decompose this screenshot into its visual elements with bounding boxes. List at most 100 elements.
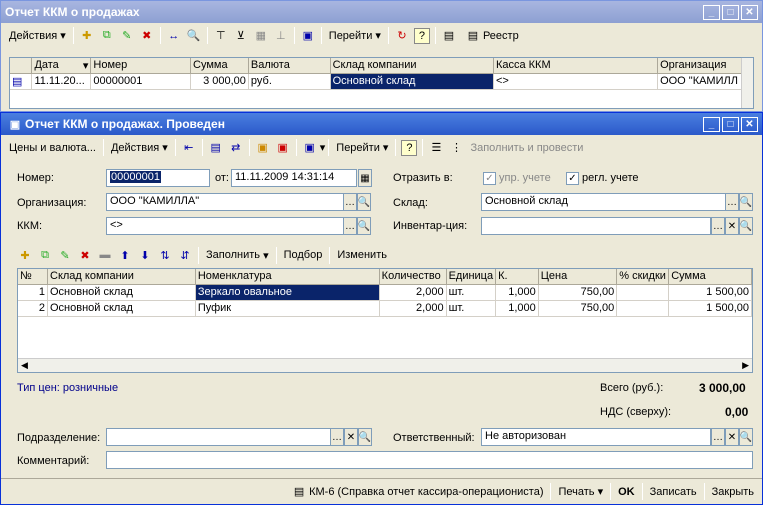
select-button[interactable]: … <box>711 217 725 235</box>
open-icon[interactable]: 🔍 <box>739 193 753 211</box>
reg-accounting-checkbox[interactable]: ✓ <box>566 172 579 185</box>
open-icon[interactable]: 🔍 <box>358 428 372 446</box>
interval-icon[interactable]: ↔ <box>166 28 182 44</box>
find-icon[interactable]: 🔍 <box>186 28 202 44</box>
col-warehouse[interactable]: Склад компании <box>330 58 494 74</box>
responsible-field[interactable]: Не авторизован <box>481 428 711 446</box>
add-icon[interactable]: ✚ <box>79 28 95 44</box>
calendar-icon[interactable]: ▦ <box>358 169 372 187</box>
col-unit[interactable]: Единица <box>446 269 497 285</box>
copy-icon[interactable]: ⧉ <box>99 28 115 44</box>
table-row[interactable]: 1 Основной склад Зеркало овальное 2,000 … <box>18 284 752 301</box>
col-org[interactable]: Организация <box>657 58 753 74</box>
list-icon[interactable]: ☰ <box>428 140 444 156</box>
clear-icon[interactable]: ✕ <box>725 428 739 446</box>
close-icon[interactable]: ✕ <box>741 116 758 132</box>
filter-list-icon[interactable]: ▦ <box>253 28 269 44</box>
change-button[interactable]: Изменить <box>333 246 391 265</box>
print-icon[interactable]: ▤ <box>441 28 457 44</box>
maximize-icon[interactable]: □ <box>722 4 739 20</box>
select-button[interactable]: … <box>330 428 344 446</box>
back-arrow-icon[interactable]: ⇤ <box>181 140 197 156</box>
edit-icon[interactable]: ✎ <box>119 28 135 44</box>
actions-menu[interactable]: Действия ▾ <box>5 26 70 45</box>
help-icon[interactable]: ? <box>413 27 430 44</box>
based-on-icon[interactable]: ▣ <box>302 140 318 156</box>
end-edit-icon[interactable]: ▬ <box>97 247 113 263</box>
help-icon[interactable]: ? <box>401 139 418 156</box>
filter-icon[interactable]: ⊤ <box>213 28 229 44</box>
open-icon[interactable]: 🔍 <box>739 217 753 235</box>
scroll-right-icon[interactable]: ▶ <box>742 360 749 371</box>
horizontal-scrollbar[interactable]: ◀ ▶ <box>18 358 752 372</box>
edit-row-icon[interactable]: ✎ <box>57 247 73 263</box>
open-icon[interactable]: 🔍 <box>739 428 753 446</box>
kkm-field[interactable]: <> <box>106 217 344 235</box>
print-menu[interactable]: Печать ▾ <box>554 482 607 501</box>
registry-button[interactable]: ▤ Реестр <box>459 26 523 45</box>
goto-menu[interactable]: Перейти ▾ <box>332 138 392 157</box>
refresh-icon[interactable]: ↻ <box>394 28 410 44</box>
col-currency[interactable]: Валюта <box>248 58 331 74</box>
filter-clear-icon[interactable]: ⊥ <box>273 28 289 44</box>
comment-field[interactable] <box>106 451 753 469</box>
department-field[interactable] <box>106 428 331 446</box>
minimize-icon[interactable]: _ <box>703 116 720 132</box>
warehouse-field[interactable]: Основной склад <box>481 193 726 211</box>
goto-menu[interactable]: Перейти ▾ <box>325 26 385 45</box>
col-n[interactable]: № <box>18 269 48 285</box>
filter-set-icon[interactable]: ⊻ <box>233 28 249 44</box>
document-refresh-icon[interactable]: ▤ <box>208 140 224 156</box>
select-button[interactable]: … <box>711 428 725 446</box>
move-up-icon[interactable]: ⬆ <box>117 247 133 263</box>
col-qty[interactable]: Количество <box>379 269 447 285</box>
col-register[interactable]: Касса ККМ <box>493 58 659 74</box>
select-button[interactable]: … <box>725 193 739 211</box>
fill-and-post-button[interactable]: Заполнить и провести <box>466 138 587 157</box>
move-down-icon[interactable]: ⬇ <box>137 247 153 263</box>
date-field[interactable]: 11.11.2009 14:31:14 <box>231 169 357 187</box>
close-button[interactable]: Закрыть <box>708 482 758 501</box>
prices-currency-button[interactable]: Цены и валюта... <box>5 138 100 157</box>
post-icon[interactable]: ▣ <box>255 140 271 156</box>
col-discount[interactable]: % скидки <box>616 269 670 285</box>
copy-row-icon[interactable]: ⧉ <box>37 247 53 263</box>
post-icon[interactable]: ▣ <box>300 28 316 44</box>
col-warehouse[interactable]: Склад компании <box>47 269 196 285</box>
col-sum[interactable]: Сумма <box>668 269 752 285</box>
scroll-left-icon[interactable]: ◀ <box>21 360 28 371</box>
col-price[interactable]: Цена <box>538 269 618 285</box>
dropdown-arrow[interactable]: ▾ <box>320 138 326 157</box>
close-icon[interactable]: ✕ <box>741 4 758 20</box>
table-row[interactable]: ▤ 11.11.20... 00000001 3 000,00 руб. Осн… <box>10 73 753 90</box>
delete-row-icon[interactable]: ✖ <box>77 247 93 263</box>
km6-print-button[interactable]: ▤ КМ-6 (Справка отчет кассира-операционис… <box>285 482 547 501</box>
col-number[interactable]: Номер <box>90 58 192 74</box>
col-k[interactable]: К. <box>495 269 539 285</box>
number-field[interactable]: 00000001 <box>106 169 210 187</box>
delete-icon[interactable]: ✖ <box>139 28 155 44</box>
back-scrollbar[interactable] <box>741 58 753 108</box>
sort-asc-icon[interactable]: ⇅ <box>157 247 173 263</box>
unpost-icon[interactable]: ▣ <box>275 140 291 156</box>
price-type-link[interactable]: Тип цен: розничные <box>17 382 118 394</box>
select-items-button[interactable]: Подбор <box>280 246 327 265</box>
sort-desc-icon[interactable]: ⇵ <box>177 247 193 263</box>
org-field[interactable]: ООО "КАМИЛЛА" <box>106 193 344 211</box>
document-move-icon[interactable]: ⇄ <box>228 140 244 156</box>
col-item[interactable]: Номенклатура <box>195 269 380 285</box>
structure-icon[interactable]: ⋮ <box>448 140 464 156</box>
clear-icon[interactable]: ✕ <box>725 217 739 235</box>
minimize-icon[interactable]: _ <box>703 4 720 20</box>
select-button[interactable]: … <box>343 193 357 211</box>
col-date[interactable]: Дата ▾ <box>31 58 92 74</box>
col-sum[interactable]: Сумма <box>190 58 249 74</box>
fill-menu[interactable]: Заполнить ▾ <box>202 246 273 265</box>
save-button[interactable]: Записать <box>646 482 701 501</box>
inventory-field[interactable] <box>481 217 711 235</box>
add-row-icon[interactable]: ✚ <box>17 247 33 263</box>
open-icon[interactable]: 🔍 <box>357 193 371 211</box>
open-icon[interactable]: 🔍 <box>357 217 371 235</box>
actions-menu[interactable]: Действия ▾ <box>107 138 172 157</box>
clear-icon[interactable]: ✕ <box>344 428 358 446</box>
